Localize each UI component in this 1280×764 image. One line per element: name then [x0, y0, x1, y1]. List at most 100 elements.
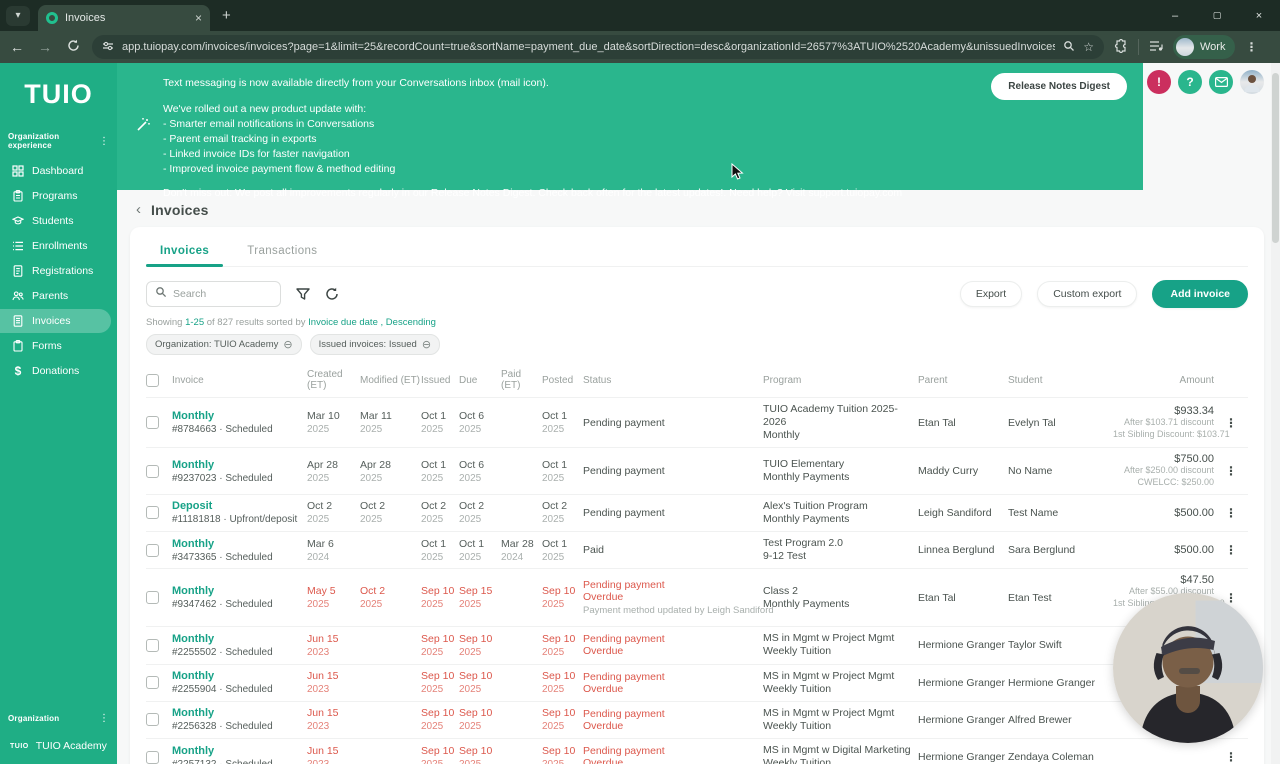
bookmark-star-icon[interactable]: ☆ [1083, 40, 1094, 54]
row-checkbox[interactable] [146, 713, 159, 727]
row-checkbox[interactable] [146, 638, 159, 652]
table-row[interactable]: Monthly #8784663 · Scheduled Mar 10 2025 … [146, 397, 1248, 447]
url-bar[interactable]: app.tuiopay.com/invoices/invoices?page=1… [92, 35, 1104, 59]
browser-profile-chip[interactable]: Work [1173, 35, 1236, 59]
forward-icon[interactable]: → [36, 39, 54, 55]
browser-tab[interactable]: Invoices × [38, 5, 210, 31]
refresh-icon[interactable] [325, 287, 339, 301]
filter-chip-organization[interactable]: Organization: TUIO Academy ⊖ [146, 334, 302, 355]
select-all-checkbox[interactable] [146, 373, 159, 387]
parent-cell[interactable]: Hermione Granger [918, 639, 1008, 651]
close-button[interactable]: × [1238, 0, 1280, 31]
invoice-type-link[interactable]: Deposit [172, 500, 307, 512]
row-checkbox[interactable] [146, 750, 159, 764]
maximize-button[interactable]: ▢ [1196, 0, 1238, 31]
invoice-type-link[interactable]: Monthly [172, 538, 307, 550]
new-tab-button[interactable]: + [222, 7, 231, 24]
sidebar-item-registrations[interactable]: Registrations [0, 259, 117, 283]
table-row[interactable]: Monthly #9347462 · Scheduled May 5 2025 O… [146, 568, 1248, 626]
student-cell[interactable]: Etan Test [1008, 592, 1113, 604]
student-cell[interactable]: Sara Berglund [1008, 544, 1113, 556]
sidebar-item-dashboard[interactable]: Dashboard [0, 159, 117, 183]
export-button[interactable]: Export [959, 281, 1023, 307]
parent-cell[interactable]: Hermione Granger [918, 677, 1008, 689]
parent-cell[interactable]: Maddy Curry [918, 465, 1008, 477]
sidebar-item-invoices[interactable]: Invoices [0, 309, 111, 333]
search-icon[interactable] [1063, 40, 1075, 55]
row-menu-icon[interactable]: ⋮ [1214, 506, 1248, 520]
sidebar-org-switcher[interactable]: TUIO TUIO Academy [0, 740, 117, 752]
custom-export-button[interactable]: Custom export [1037, 281, 1138, 307]
table-row[interactable]: Monthly #2257132 · Scheduled Jun 152023 … [146, 738, 1248, 764]
parent-cell[interactable]: Leigh Sandiford [918, 507, 1008, 519]
row-menu-icon[interactable]: ⋮ [1214, 416, 1248, 430]
row-checkbox[interactable] [146, 506, 159, 520]
invoice-type-link[interactable]: Monthly [172, 707, 307, 719]
sidebar-item-enrollments[interactable]: Enrollments [0, 234, 117, 258]
invoice-type-link[interactable]: Monthly [172, 670, 307, 682]
filter-icon[interactable] [296, 287, 310, 301]
parent-cell[interactable]: Hermione Granger [918, 751, 1008, 763]
back-icon[interactable]: ← [8, 39, 26, 55]
search-input[interactable] [173, 288, 263, 300]
tab-close-icon[interactable]: × [195, 11, 202, 25]
reload-icon[interactable] [64, 39, 82, 55]
row-menu-icon[interactable]: ⋮ [1214, 750, 1248, 764]
row-checkbox[interactable] [146, 464, 159, 478]
row-checkbox[interactable] [146, 416, 159, 430]
notifications-icon[interactable]: ! [1147, 70, 1171, 94]
mail-icon[interactable] [1209, 70, 1233, 94]
sidebar-item-programs[interactable]: Programs [0, 184, 117, 208]
help-icon[interactable]: ? [1178, 70, 1202, 94]
remove-filter-icon[interactable]: ⊖ [422, 338, 431, 351]
parent-cell[interactable]: Etan Tal [918, 417, 1008, 429]
sidebar-item-parents[interactable]: Parents [0, 284, 117, 308]
row-checkbox[interactable] [146, 543, 159, 557]
user-avatar[interactable] [1240, 70, 1264, 94]
table-row[interactable]: Monthly #3473365 · Scheduled Mar 6 2024 O… [146, 531, 1248, 568]
remove-filter-icon[interactable]: ⊖ [283, 338, 292, 351]
table-row[interactable]: Deposit #11181818 · Upfront/deposit Oct … [146, 493, 1248, 531]
invoice-type-link[interactable]: Monthly [172, 585, 307, 597]
row-menu-icon[interactable]: ⋮ [1214, 464, 1248, 478]
extensions-icon[interactable] [1114, 38, 1128, 56]
row-menu-icon[interactable]: ⋮ [1214, 543, 1248, 557]
parent-cell[interactable]: Linnea Berglund [918, 544, 1008, 556]
student-cell[interactable]: Zendaya Coleman [1008, 751, 1113, 763]
sort-direction[interactable]: , Descending [381, 317, 436, 328]
row-checkbox[interactable] [146, 591, 159, 605]
browser-menu-icon[interactable]: ⋮ [1245, 40, 1257, 54]
url-text[interactable]: app.tuiopay.com/invoices/invoices?page=1… [122, 41, 1055, 53]
site-settings-icon[interactable] [102, 40, 114, 55]
tab-search-button[interactable]: ▾ [6, 5, 30, 26]
search-box[interactable] [146, 281, 281, 307]
scrollbar-thumb[interactable] [1272, 73, 1279, 243]
table-row[interactable]: Monthly #9237023 · Scheduled Apr 28 2025 … [146, 447, 1248, 493]
filter-chip-issued[interactable]: Issued invoices: Issued ⊖ [309, 334, 441, 355]
release-notes-digest-button[interactable]: Release Notes Digest [991, 73, 1127, 100]
table-row[interactable]: Monthly #2255904 · Scheduled Jun 15 2023 … [146, 663, 1248, 701]
add-invoice-button[interactable]: Add invoice [1152, 280, 1248, 308]
page-scrollbar[interactable] [1271, 63, 1280, 764]
invoice-type-link[interactable]: Monthly [172, 633, 307, 645]
side-panel-icon[interactable] [1149, 40, 1163, 55]
student-cell[interactable]: Alfred Brewer [1008, 714, 1113, 726]
sidebar-item-forms[interactable]: Forms [0, 334, 117, 358]
sidebar-org-menu-icon[interactable]: ⋮ [99, 713, 109, 724]
parent-cell[interactable]: Hermione Granger [918, 714, 1008, 726]
student-cell[interactable]: Hermione Granger [1008, 677, 1113, 689]
invoice-type-link[interactable]: Monthly [172, 410, 307, 422]
student-cell[interactable]: Evelyn Tal [1008, 417, 1113, 429]
table-row[interactable]: Monthly #2255502 · Scheduled Jun 15 2023 … [146, 626, 1248, 663]
sidebar-item-donations[interactable]: $ Donations [0, 359, 117, 383]
parent-cell[interactable]: Etan Tal [918, 592, 1008, 604]
back-chevron-icon[interactable]: ‹ [136, 201, 141, 218]
tab-invoices[interactable]: Invoices [145, 237, 224, 267]
tab-transactions[interactable]: Transactions [245, 237, 319, 266]
minimize-button[interactable]: – [1154, 0, 1196, 31]
student-cell[interactable]: Taylor Swift [1008, 639, 1113, 651]
row-checkbox[interactable] [146, 676, 159, 690]
sidebar-section-menu-icon[interactable]: ⋮ [99, 136, 109, 147]
invoice-type-link[interactable]: Monthly [172, 459, 307, 471]
table-row[interactable]: Monthly #2256328 · Scheduled Jun 15 2023 … [146, 700, 1248, 738]
